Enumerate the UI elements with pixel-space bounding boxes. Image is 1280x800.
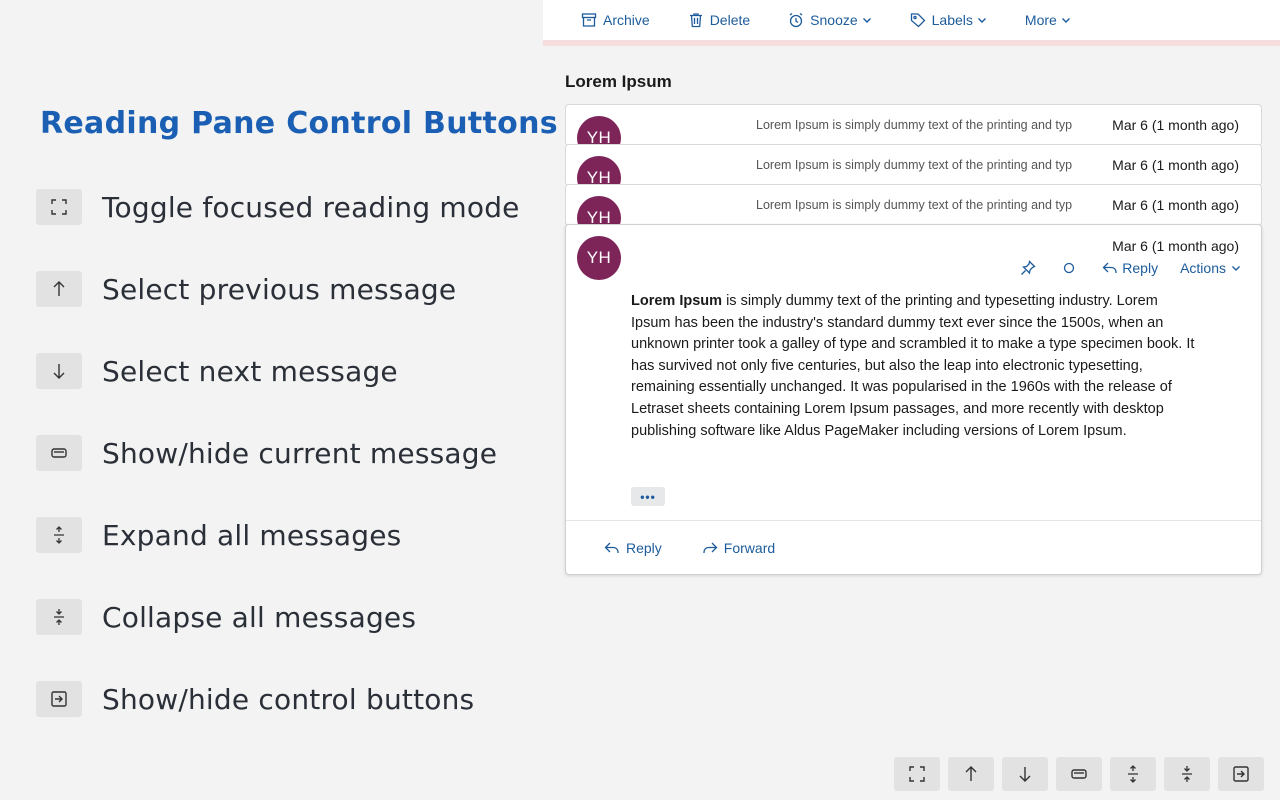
message-body: Lorem Ipsum is simply dummy text of the … xyxy=(631,291,1201,442)
legend-label: Toggle focused reading mode xyxy=(102,190,520,224)
snooze-button[interactable]: Snooze xyxy=(788,12,871,28)
collapsed-message[interactable]: YH Lorem Ipsum is simply dummy text of t… xyxy=(565,144,1262,186)
panel-toggle-icon xyxy=(36,681,82,717)
reading-pane-controls xyxy=(886,757,1264,791)
reply-icon xyxy=(1102,262,1117,273)
archive-button[interactable]: Archive xyxy=(581,12,650,28)
delete-label: Delete xyxy=(709,12,751,28)
legend-item-focus: Toggle focused reading mode xyxy=(36,187,520,227)
focus-mode-button[interactable] xyxy=(894,757,940,791)
previous-message-button[interactable] xyxy=(948,757,994,791)
avatar: YH xyxy=(577,236,621,280)
collapse-icon xyxy=(1182,766,1192,782)
reply-button[interactable]: Reply xyxy=(1102,260,1158,276)
message-toggle-icon xyxy=(36,435,82,471)
collapse-icon xyxy=(36,599,82,635)
legend-item-next: Select next message xyxy=(36,351,398,391)
trash-icon xyxy=(689,13,702,28)
chevron-down-icon xyxy=(1061,18,1070,23)
forward-icon xyxy=(703,542,718,553)
message-snippet: Lorem Ipsum is simply dummy text of the … xyxy=(756,118,1073,132)
message-actions: Reply Actions xyxy=(998,260,1241,276)
footer-forward-label: Forward xyxy=(723,539,776,556)
legend-label: Select previous message xyxy=(102,272,457,306)
archive-icon xyxy=(581,13,597,27)
next-message-button[interactable] xyxy=(1002,757,1048,791)
message-date: Mar 6 (1 month ago) xyxy=(1112,197,1239,213)
chevron-down-icon xyxy=(862,18,871,23)
mail-toolbar: Archive Delete Snooze Labels More xyxy=(543,0,1280,46)
footer-forward-button[interactable]: Forward xyxy=(702,540,775,556)
avatar: YH xyxy=(577,156,621,185)
message-snippet: Lorem Ipsum is simply dummy text of the … xyxy=(756,198,1073,212)
message-date: Mar 6 (1 month ago) xyxy=(1112,238,1239,254)
mark-unread-button[interactable] xyxy=(1062,261,1080,275)
show-trimmed-button[interactable]: ••• xyxy=(631,487,665,506)
tag-icon xyxy=(910,13,926,28)
arrow-down-icon xyxy=(36,353,82,389)
panel-toggle-icon xyxy=(1233,766,1249,782)
collapsed-message[interactable]: YH Lorem Ipsum is simply dummy text of t… xyxy=(565,104,1262,146)
delete-button[interactable]: Delete xyxy=(688,12,750,28)
message-body-lead: Lorem Ipsum xyxy=(631,293,723,309)
message-date: Mar 6 (1 month ago) xyxy=(1112,117,1239,133)
avatar: YH xyxy=(577,116,621,145)
legend-item-toggle-message: Show/hide current message xyxy=(36,433,497,473)
focus-mode-icon xyxy=(909,766,925,782)
legend-label: Show/hide current message xyxy=(102,436,498,470)
open-message: YH Mar 6 (1 month ago) Reply Actions Lor… xyxy=(565,224,1262,575)
message-body-rest: is simply dummy text of the printing and… xyxy=(631,293,1195,439)
collapsed-message[interactable]: YH Lorem Ipsum is simply dummy text of t… xyxy=(565,184,1262,226)
footer-reply-button[interactable]: Reply xyxy=(604,540,662,556)
reply-label: Reply xyxy=(1122,260,1159,276)
archive-label: Archive xyxy=(603,12,650,28)
more-button[interactable]: More xyxy=(1025,12,1071,28)
labels-button[interactable]: Labels xyxy=(910,12,987,28)
expand-icon xyxy=(1128,765,1138,783)
toggle-message-button[interactable] xyxy=(1056,757,1102,791)
message-date: Mar 6 (1 month ago) xyxy=(1112,157,1239,173)
expand-icon xyxy=(36,517,82,553)
arrow-up-icon xyxy=(36,271,82,307)
avatar: YH xyxy=(577,196,621,225)
legend-item-toggle-controls: Show/hide control buttons xyxy=(36,679,474,719)
actions-menu-button[interactable]: Actions xyxy=(1180,260,1241,276)
chevron-down-icon xyxy=(1232,266,1240,271)
legend-label: Select next message xyxy=(102,354,398,388)
legend-item-collapse: Collapse all messages xyxy=(36,597,416,637)
snooze-label: Snooze xyxy=(810,12,858,28)
pin-button[interactable] xyxy=(1020,260,1040,276)
actions-label: Actions xyxy=(1180,260,1226,276)
circle-icon xyxy=(1064,262,1075,274)
legend-label: Show/hide control buttons xyxy=(102,682,475,716)
legend-item-expand: Expand all messages xyxy=(36,515,401,555)
thread-title: Lorem Ipsum xyxy=(565,72,672,91)
reply-icon xyxy=(604,542,619,553)
alarm-clock-icon xyxy=(789,12,803,28)
arrow-down-icon xyxy=(1019,767,1031,782)
expand-all-button[interactable] xyxy=(1110,757,1156,791)
labels-label: Labels xyxy=(931,12,973,28)
more-label: More xyxy=(1024,12,1057,28)
legend-item-previous: Select previous message xyxy=(36,269,456,309)
pin-icon xyxy=(1021,260,1036,275)
chevron-down-icon xyxy=(977,18,986,23)
collapse-all-button[interactable] xyxy=(1164,757,1210,791)
message-footer: Reply Forward xyxy=(566,520,1261,574)
arrow-up-icon xyxy=(965,766,977,781)
message-toggle-icon xyxy=(1071,769,1087,779)
message-snippet: Lorem Ipsum is simply dummy text of the … xyxy=(756,158,1073,172)
footer-reply-label: Reply xyxy=(626,539,662,556)
legend-label: Expand all messages xyxy=(102,518,402,552)
legend-label: Collapse all messages xyxy=(102,600,417,634)
toggle-controls-button[interactable] xyxy=(1218,757,1264,791)
legend-title: Reading Pane Control Buttons xyxy=(40,106,558,141)
focus-mode-icon xyxy=(36,189,82,225)
